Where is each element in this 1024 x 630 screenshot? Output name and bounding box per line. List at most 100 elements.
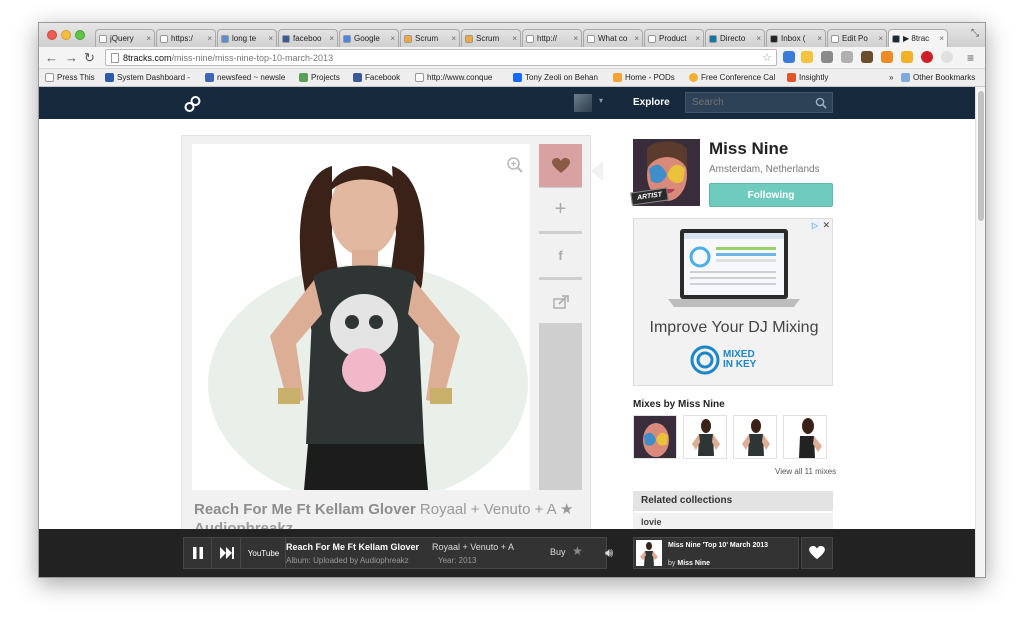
browser-tab[interactable]: Inbox ( × [766,29,826,47]
browser-tab[interactable]: Directo × [705,29,765,47]
tab-close-icon[interactable]: × [329,34,334,43]
tab-close-icon[interactable]: × [939,34,944,43]
artist-location: Amsterdam, Netherlands [709,164,820,175]
chevron-down-icon[interactable]: ▾ [599,96,603,105]
facebook-share-button[interactable]: f [539,234,582,277]
mix-cover-image[interactable] [192,144,530,490]
tab-label: Inbox ( [781,34,806,43]
tab-close-icon[interactable]: × [390,34,395,43]
browser-tab[interactable]: http:// × [522,29,582,47]
bookmark-item[interactable]: Projects [299,73,340,82]
artist-name[interactable]: Miss Nine [709,139,788,159]
tab-label: ▶ 8trac [903,34,930,43]
search-input[interactable] [685,92,833,113]
volume-icon[interactable]: 🔊︎ [605,545,613,561]
bookmark-item[interactable]: Tony Zeoli on Behan [513,73,598,82]
pinterest-icon[interactable] [921,51,933,63]
album-label: Album: [286,556,311,565]
now-playing-mix[interactable]: Miss Nine 'Top 10' March 2013 by Miss Ni… [633,537,799,569]
user-avatar[interactable] [574,94,592,112]
tab-close-icon[interactable]: × [634,34,639,43]
close-icon[interactable]: ✕ [822,220,830,231]
favorite-track-icon[interactable]: ★ [560,501,573,518]
forward-button[interactable]: → [65,50,78,66]
extension-screen-icon[interactable] [841,51,853,63]
bookmark-item[interactable]: Press This [45,73,95,82]
other-bookmarks-label: Other Bookmarks [913,73,976,82]
bookmark-item[interactable]: Facebook [353,73,400,82]
browser-tab[interactable]: Scrum × [461,29,521,47]
scrollbar-thumb[interactable] [978,91,984,221]
buy-button[interactable]: Buy [550,547,566,557]
extension-face-icon[interactable] [901,51,913,63]
page-scrollbar[interactable] [975,87,985,577]
browser-tab[interactable]: Edit Po × [827,29,887,47]
bookmark-item[interactable]: http://www.conque [415,73,492,82]
back-button[interactable]: ← [45,50,58,66]
pause-button[interactable] [184,538,212,568]
browser-tab[interactable]: ▶ 8trac × [888,29,948,47]
bookmarks-overflow-button[interactable]: » [889,73,893,82]
mix-thumbnail[interactable] [783,415,827,459]
fullscreen-icon[interactable]: ⤡ [971,28,979,39]
extension-ghost-icon[interactable] [941,51,953,63]
mix-thumbnail[interactable] [733,415,777,459]
extension-note-icon[interactable] [801,51,813,63]
zoom-icon[interactable] [506,156,524,179]
browser-tab[interactable]: jQuery × [95,29,155,47]
skip-button[interactable] [213,538,241,568]
zoom-window-button[interactable] [75,30,85,40]
extension-globe-icon[interactable] [783,51,795,63]
mix-thumbnail[interactable] [683,415,727,459]
browser-tab[interactable]: What co × [583,29,643,47]
browser-tab[interactable]: https:/ × [156,29,216,47]
bookmark-item[interactable]: Home - PODs [613,73,675,82]
close-window-button[interactable] [47,30,57,40]
address-bar[interactable]: 8tracks.com/miss-nine/miss-nine-top-10-m… [105,49,777,66]
browser-tab[interactable]: Product × [644,29,704,47]
like-button[interactable] [539,144,582,187]
add-to-collection-button[interactable]: + [539,188,582,231]
bookmark-star-icon[interactable]: ☆ [762,51,772,64]
mix-thumbnail[interactable] [633,415,677,459]
tab-close-icon[interactable]: × [146,34,151,43]
tab-close-icon[interactable]: × [451,34,456,43]
reload-button[interactable]: ↻ [84,50,95,66]
minimize-window-button[interactable] [61,30,71,40]
other-bookmarks-folder[interactable]: Other Bookmarks [901,73,975,82]
bookmark-favicon-icon [45,73,54,82]
8tracks-logo-icon[interactable] [183,95,203,118]
youtube-button[interactable]: YouTube [242,538,286,568]
share-button[interactable] [539,280,582,323]
browser-tab[interactable]: Scrum × [400,29,460,47]
tab-close-icon[interactable]: × [573,34,578,43]
browser-tab[interactable]: long te × [217,29,277,47]
mix-like-button[interactable] [801,537,833,569]
search-icon[interactable] [815,96,827,114]
browser-tab[interactable]: faceboo × [278,29,338,47]
star-icon[interactable]: ★ [572,544,583,558]
bookmark-item[interactable]: Free Conference Cal [689,73,775,82]
tab-close-icon[interactable]: × [695,34,700,43]
extension-eyedropper-icon[interactable] [821,51,833,63]
bookmark-label: Press This [57,73,95,82]
view-all-mixes-link[interactable]: View all 11 mixes [775,467,836,476]
explore-link[interactable]: Explore [633,97,670,108]
menu-icon[interactable]: ≡ [967,50,974,66]
tab-close-icon[interactable]: × [207,34,212,43]
extension-camera-icon[interactable] [861,51,873,63]
tab-close-icon[interactable]: × [878,34,883,43]
tab-close-icon[interactable]: × [512,34,517,43]
tab-close-icon[interactable]: × [817,34,822,43]
bookmark-item[interactable]: Insightly [787,73,828,82]
following-button[interactable]: Following [709,183,833,207]
tab-close-icon[interactable]: × [756,34,761,43]
extension-basket-icon[interactable] [881,51,893,63]
advertisement[interactable]: ▷ ✕ Improve Your DJ Mixing MIXED IN KEY [633,218,833,386]
bookmark-item[interactable]: System Dashboard - [105,73,190,82]
browser-tab[interactable]: Google × [339,29,399,47]
tab-close-icon[interactable]: × [268,34,273,43]
bookmark-item[interactable]: newsfeed ~ newsle [205,73,285,82]
ad-choices-icon[interactable]: ▷ [810,221,820,231]
tab-favicon-icon [587,34,595,43]
